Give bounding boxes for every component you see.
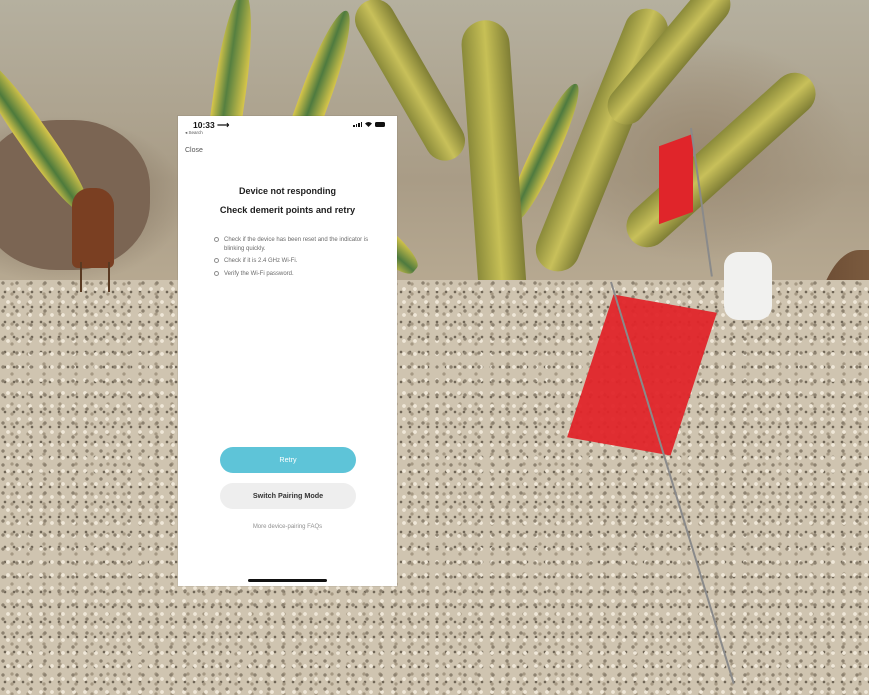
phone-screen: 10:33 ⟶ ◂ Search Close Device not respon… <box>178 116 397 586</box>
marker-flag <box>659 133 693 225</box>
garden-statue-legs <box>80 262 110 292</box>
retry-button[interactable]: Retry <box>220 447 356 473</box>
back-to-search-link[interactable]: ◂ Search <box>185 130 203 136</box>
page-subtitle: Check demerit points and retry <box>219 205 356 215</box>
list-item: Check if the device has been reset and t… <box>214 236 374 253</box>
tip-text: Check if the device has been reset and t… <box>224 237 369 252</box>
battery-icon <box>375 122 385 127</box>
list-item: Check if it is 2.4 GHz Wi-Fi. <box>214 257 374 266</box>
signal-icon <box>353 122 362 127</box>
tip-text: Check if it is 2.4 GHz Wi-Fi. <box>224 258 298 264</box>
home-indicator[interactable] <box>248 579 327 582</box>
list-item: Verify the Wi-Fi password. <box>214 270 374 279</box>
tips-list: Check if the device has been reset and t… <box>214 236 374 282</box>
background-photo <box>0 0 869 695</box>
garden-statue <box>72 188 114 268</box>
wifi-icon <box>365 122 372 127</box>
pairing-faq-link[interactable]: More device-pairing FAQs <box>178 524 397 530</box>
bullet-circle-icon <box>214 237 219 242</box>
page-title: Device not responding <box>238 186 336 196</box>
irrigation-pipe <box>724 252 772 320</box>
close-button[interactable]: Close <box>185 147 203 154</box>
bullet-circle-icon <box>214 258 219 263</box>
bullet-circle-icon <box>214 270 219 276</box>
switch-pairing-mode-button[interactable]: Switch Pairing Mode <box>220 483 356 509</box>
status-icons <box>353 122 385 127</box>
gravel-ground <box>0 280 869 695</box>
tip-text: Verify the Wi-Fi password. <box>224 270 294 277</box>
